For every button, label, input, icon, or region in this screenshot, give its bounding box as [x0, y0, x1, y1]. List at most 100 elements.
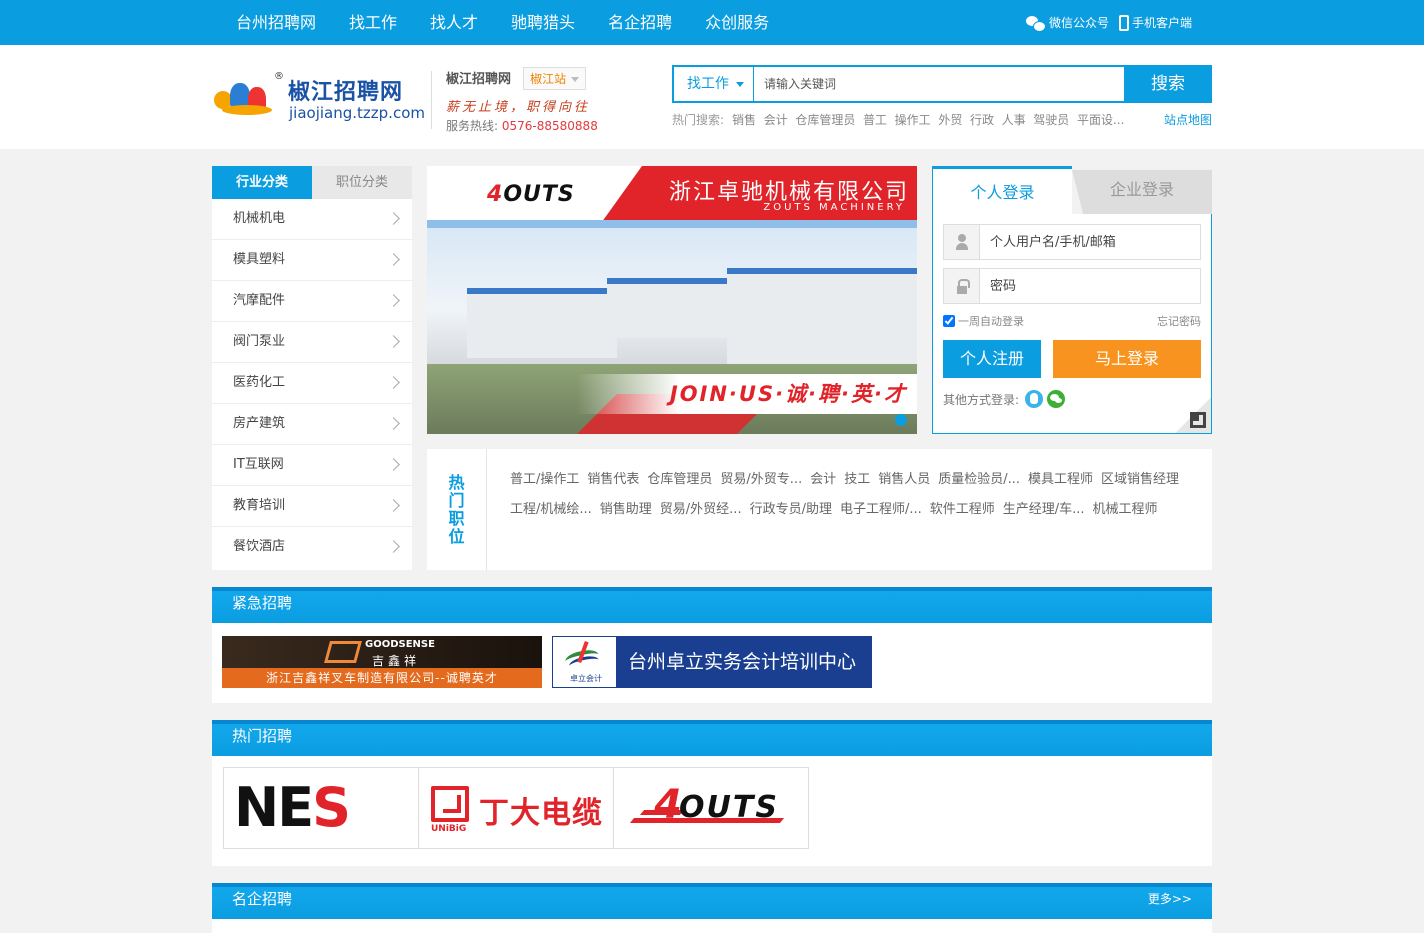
more-link[interactable]: 更多>>: [1148, 883, 1192, 915]
qq-icon[interactable]: [1025, 390, 1044, 408]
hot-job-link[interactable]: 会计: [810, 465, 844, 495]
registered-mark: ®: [274, 71, 284, 82]
brands-title: 名企招聘: [232, 890, 293, 908]
goodsense-logo-icon: [324, 641, 362, 663]
logo-name: 椒江招聘网: [288, 80, 404, 105]
hot-job-link[interactable]: 质量检验员/...: [938, 465, 1028, 495]
remember-login[interactable]: 一周自动登录: [943, 313, 1024, 329]
wechat-login-icon[interactable]: [1047, 390, 1066, 408]
company-logo-nes[interactable]: NES: [223, 767, 419, 849]
sitemap-link[interactable]: 站点地图: [1164, 111, 1212, 128]
hot-job-link[interactable]: 贸易/外贸经...: [660, 495, 750, 525]
hot-jobs-title: 热门职位: [448, 472, 465, 546]
mobile-link[interactable]: 手机客户端: [1118, 14, 1192, 31]
urgent-section: 紧急招聘 GOODSENSE 吉鑫祥 浙江吉鑫祥叉车制造有限公司--诚聘英才 卓…: [0, 587, 1424, 703]
nav-item-find-talent[interactable]: 找人才: [430, 0, 478, 45]
hot-job-link[interactable]: 生产经理/车...: [1003, 495, 1093, 525]
remember-checkbox[interactable]: [943, 315, 955, 327]
category-item[interactable]: 教育培训: [212, 486, 412, 527]
hot-keyword[interactable]: 平面设...: [1077, 111, 1124, 128]
login-button[interactable]: 马上登录: [1053, 340, 1201, 378]
qr-code-icon[interactable]: [1175, 397, 1211, 433]
nav-item-find-job[interactable]: 找工作: [349, 0, 397, 45]
search-type-select[interactable]: 找工作: [672, 65, 754, 103]
lock-icon: [944, 269, 980, 303]
ad-zhuoli-accounting[interactable]: 卓立会计 台州卓立实务会计培训中心: [552, 636, 872, 688]
category-item[interactable]: 机械机电: [212, 199, 412, 240]
tab-position[interactable]: 职位分类: [312, 166, 412, 199]
tab-company-login[interactable]: 企业登录: [1072, 169, 1212, 214]
username-field: [943, 224, 1201, 260]
hot-keyword[interactable]: 驾驶员: [1033, 111, 1069, 128]
site-logo[interactable]: ® 椒江招聘网 jiaojiang.tzzp.com: [212, 71, 425, 127]
hot-job-link[interactable]: 电子工程师/...: [840, 495, 930, 525]
hot-job-link[interactable]: 销售助理: [600, 495, 660, 525]
hot-keyword[interactable]: 人事: [1002, 111, 1026, 128]
hot-job-link[interactable]: 机械工程师: [1093, 495, 1166, 525]
category-item[interactable]: 汽摩配件: [212, 281, 412, 322]
hot-keyword[interactable]: 仓库管理员: [795, 111, 855, 128]
forgot-password-link[interactable]: 忘记密码: [1157, 313, 1201, 329]
hot-keyword[interactable]: 外贸: [938, 111, 962, 128]
search-bar: 找工作 搜索: [672, 65, 1212, 103]
hot-job-link[interactable]: 行政专员/助理: [750, 495, 840, 525]
other-login-label: 其他方式登录:: [943, 392, 1020, 407]
search-input[interactable]: [754, 65, 1124, 103]
nav-item-home[interactable]: 台州招聘网: [236, 0, 316, 45]
zhuoli-logo-icon: 卓立会计: [553, 637, 616, 687]
category-item[interactable]: 房产建筑: [212, 404, 412, 445]
password-input[interactable]: [980, 269, 1200, 303]
hot-keyword[interactable]: 会计: [764, 111, 788, 128]
register-button[interactable]: 个人注册: [943, 340, 1041, 378]
station-switcher[interactable]: 椒江站: [523, 67, 587, 90]
company-logo-zouts[interactable]: 4 OUTS: [613, 767, 809, 849]
urgent-title: 紧急招聘: [212, 587, 1212, 623]
city-info: 椒江招聘网 椒江站 薪无止境，职得向往 服务热线: 0576-88580888: [446, 67, 598, 134]
carousel-dot[interactable]: [895, 414, 907, 426]
tab-industry[interactable]: 行业分类: [212, 166, 312, 199]
hot-job-link[interactable]: 软件工程师: [930, 495, 1003, 525]
category-item[interactable]: IT互联网: [212, 445, 412, 486]
banner-header: 4OUTS 浙江卓驰机械有限公司 ZOUTS MACHINERY: [427, 166, 917, 220]
category-item[interactable]: 模具塑料: [212, 240, 412, 281]
hot-job-link[interactable]: 销售代表: [587, 465, 647, 495]
hot-keyword[interactable]: 操作工: [895, 111, 931, 128]
category-item[interactable]: 阀门泵业: [212, 322, 412, 363]
search-button[interactable]: 搜索: [1124, 65, 1212, 103]
site-slogan: 薪无止境，职得向往: [446, 100, 591, 115]
hot-keyword[interactable]: 销售: [732, 111, 756, 128]
category-item[interactable]: 餐饮酒店: [212, 527, 412, 568]
nav-item-famous-companies[interactable]: 名企招聘: [608, 0, 672, 45]
hot-job-link[interactable]: 工程/机械绘...: [510, 495, 600, 525]
hot-job-link[interactable]: 区域销售经理: [1101, 465, 1187, 495]
logo-url: jiaojiang.tzzp.com: [289, 104, 425, 122]
hot-job-link[interactable]: 仓库管理员: [647, 465, 720, 495]
hot-recruit-title: 热门招聘: [212, 720, 1212, 756]
hot-search: 热门搜索: 销售 会计 仓库管理员 普工 操作工 外贸 行政 人事 驾驶员 平面…: [672, 111, 1124, 128]
hot-job-link[interactable]: 贸易/外贸专...: [720, 465, 810, 495]
hot-job-link[interactable]: 普工/操作工: [510, 465, 587, 495]
company-logo-dingda[interactable]: UNiBiG 丁大电缆: [418, 767, 614, 849]
hot-keyword[interactable]: 普工: [863, 111, 887, 128]
wechat-link[interactable]: 微信公众号: [1025, 14, 1109, 32]
hot-job-link[interactable]: 技工: [844, 465, 878, 495]
unibig-icon: [431, 786, 469, 822]
category-item[interactable]: 医药化工: [212, 363, 412, 404]
brands-section: 名企招聘 更多>>: [0, 883, 1424, 933]
banner-carousel[interactable]: 4OUTS 浙江卓驰机械有限公司 ZOUTS MACHINERY JOIN·US…: [427, 166, 917, 434]
category-panel: 行业分类 职位分类 机械机电 模具塑料 汽摩配件 阀门泵业 医药化工 房产建筑 …: [212, 166, 412, 570]
hot-job-link[interactable]: 销售人员: [878, 465, 938, 495]
hot-recruit-section: 热门招聘 NES UNiBiG 丁大电缆 4 OUTS: [0, 720, 1424, 866]
zouts-logo: 4OUTS: [487, 182, 575, 207]
user-icon: [944, 225, 980, 259]
ad-jixinxiang[interactable]: GOODSENSE 吉鑫祥 浙江吉鑫祥叉车制造有限公司--诚聘英才: [222, 636, 542, 688]
nav-item-startup-service[interactable]: 众创服务: [705, 0, 769, 45]
hot-job-link[interactable]: 模具工程师: [1028, 465, 1101, 495]
hot-keyword[interactable]: 行政: [970, 111, 994, 128]
login-panel: 个人登录 企业登录 一周自动登录 忘记密码 个人注册 马上登录: [932, 166, 1212, 434]
site-header: ® 椒江招聘网 jiaojiang.tzzp.com 椒江招聘网 椒江站 薪无止…: [0, 45, 1424, 149]
username-input[interactable]: [980, 225, 1200, 259]
hot-search-label: 热门搜索:: [672, 113, 725, 127]
tab-personal-login[interactable]: 个人登录: [932, 166, 1072, 214]
nav-item-headhunter[interactable]: 驰聘猎头: [511, 0, 575, 45]
